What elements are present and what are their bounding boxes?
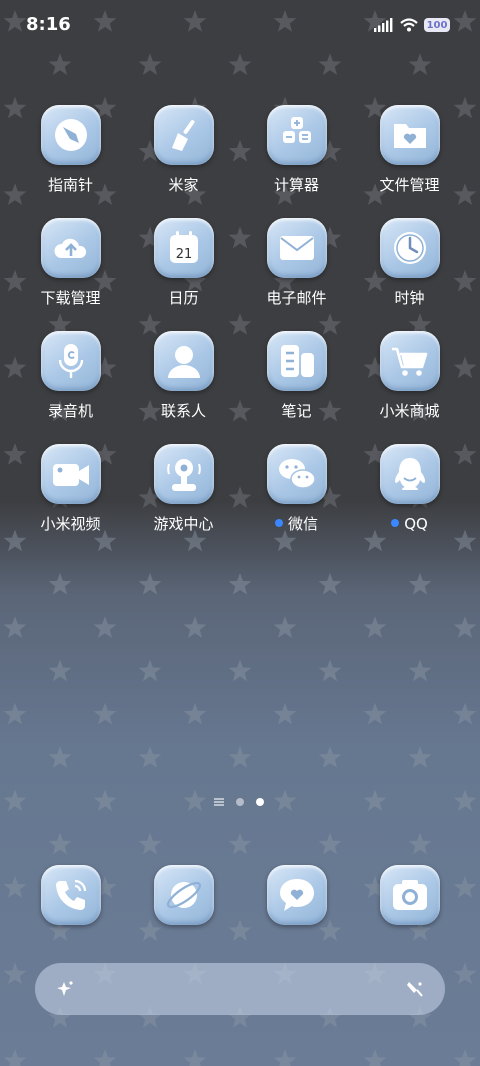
app-contacts[interactable]: 联系人 [127,331,240,439]
app-game-center[interactable]: 游戏中心 [127,444,240,552]
battery-level: 100 [426,19,448,31]
app-calculator[interactable]: 计算器 [240,105,353,213]
app-recorder[interactable]: 录音机 [14,331,127,439]
new-notification-dot [274,518,283,527]
app-label: 文件管理 [379,176,440,194]
planet-icon [166,881,201,909]
page-dot-active [256,798,264,806]
app-label: 电子邮件 [266,289,327,307]
sparkle-icon[interactable] [55,979,75,999]
dock-browser[interactable] [127,865,240,973]
wifi-icon [400,18,418,32]
page-indicator-menu-icon [214,798,224,806]
app-file-manager[interactable]: 文件管理 [353,105,466,213]
folder-heart-icon [393,124,426,148]
camera-icon [392,880,427,910]
voice-icon[interactable] [405,979,425,999]
page-dot [236,798,244,806]
app-label: 下载管理 [40,289,101,307]
person-icon [167,346,200,378]
app-mi-home[interactable]: 米家 [127,105,240,213]
app-label: 笔记 [281,402,312,420]
app-notes[interactable]: 笔记 [240,331,353,439]
app-clock[interactable]: 时钟 [353,218,466,326]
app-label: 米家 [168,176,199,194]
app-compass[interactable]: 指南针 [14,105,127,213]
app-label: 时钟 [394,289,425,307]
app-label: 微信 [240,515,353,533]
app-downloads[interactable]: 下载管理 [14,218,127,326]
app-calendar[interactable]: 21 日历 [127,218,240,326]
dock-phone[interactable] [14,865,127,973]
cloud-upload-icon [53,238,86,258]
clock-icon [393,232,426,264]
app-label: 联系人 [160,402,206,420]
envelope-icon [279,236,314,260]
dock-camera[interactable] [353,865,466,973]
phone-icon [55,879,86,910]
search-bar[interactable] [35,963,445,1015]
dock-messages[interactable] [240,865,353,973]
video-camera-icon [52,464,89,486]
status-icons: 100 [374,15,450,35]
app-wechat[interactable]: 微信 [240,444,353,552]
page-indicator[interactable] [214,796,266,808]
signal-icon [374,18,393,32]
status-bar: 8:16 100 [0,0,480,50]
calendar-date: 21 [175,247,192,262]
app-mi-video[interactable]: 小米视频 [14,444,127,552]
battery-indicator: 100 [424,18,450,32]
broom-icon [171,120,194,151]
app-qq[interactable]: QQ [353,444,466,552]
microphone-icon [58,344,83,378]
penguin-icon [394,458,425,490]
notes-icon [280,345,314,377]
app-email[interactable]: 电子邮件 [240,218,353,326]
app-label: 小米视频 [40,515,101,533]
calculator-icon [282,117,311,143]
app-label-text: QQ [404,515,428,533]
app-label: 计算器 [273,176,319,194]
app-mi-store[interactable]: 小米商城 [353,331,466,439]
app-label: QQ [353,515,466,533]
joystick-icon [166,459,201,491]
app-label: 日历 [168,289,199,307]
chat-heart-icon [279,879,314,911]
status-time: 8:16 [26,14,71,35]
app-label: 录音机 [47,402,93,420]
app-label: 游戏中心 [153,515,214,533]
compass-icon [54,119,87,151]
wechat-icon [278,459,316,489]
app-label: 指南针 [47,176,93,194]
new-notification-dot [391,518,400,527]
app-label: 小米商城 [379,402,440,420]
calendar-icon: 21 [169,231,198,263]
cart-icon [391,347,427,376]
app-label-text: 微信 [287,515,318,533]
